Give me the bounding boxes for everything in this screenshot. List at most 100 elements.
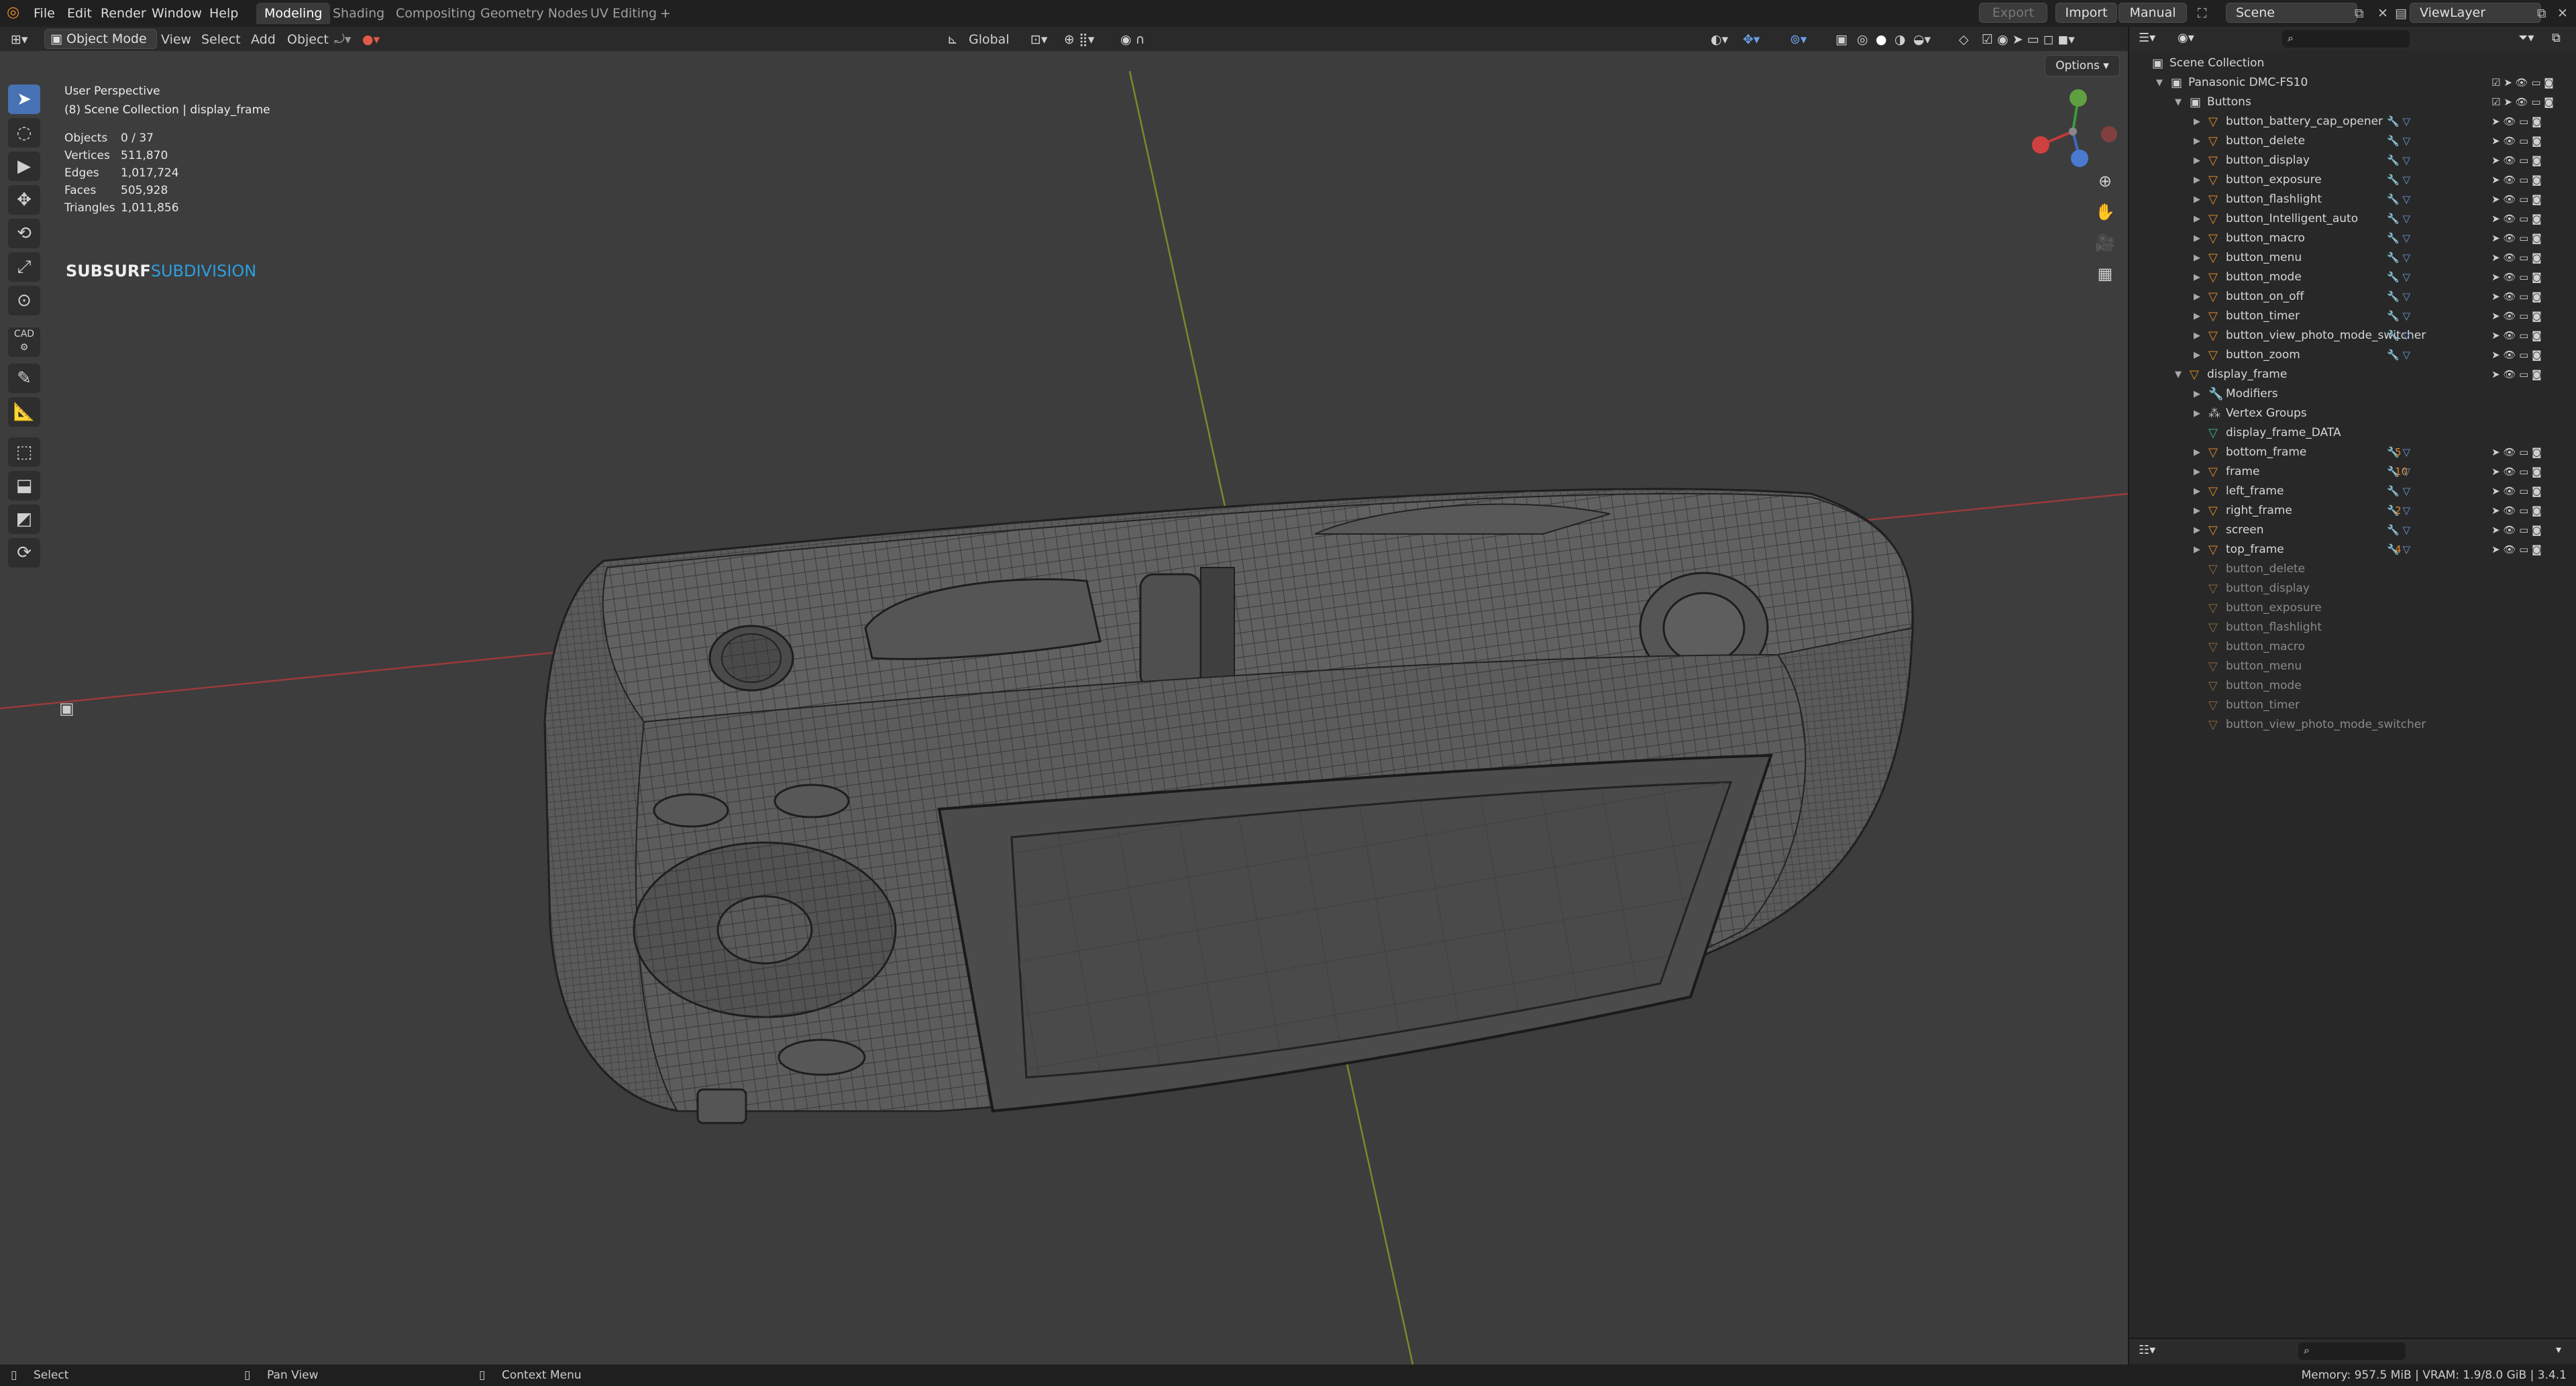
menu-add[interactable]: Add	[251, 32, 276, 47]
select-box-tool[interactable]: ➤	[8, 85, 40, 114]
shear-tool[interactable]: ◩	[8, 504, 40, 534]
ortho-grid-icon[interactable]: ▦	[2092, 260, 2118, 287]
delete-viewlayer-icon[interactable]: ✕	[2557, 6, 2568, 21]
properties-editor-icon[interactable]: ☷▾	[2139, 1343, 2155, 1357]
expand-toggle-icon[interactable]: ▶	[2194, 326, 2200, 345]
outliner-item-button-zoom[interactable]: ▶ ▽ button_zoom 🔧 ▽ ➤ 👁 ▭ ◙	[2129, 345, 2576, 365]
restriction-toggles[interactable]: ➤ 👁 ▭ ◙	[2491, 112, 2542, 131]
outliner-item-display-frame[interactable]: ▼ ▽ display_frame ➤ 👁 ▭ ◙	[2129, 365, 2576, 384]
expand-toggle-icon[interactable]: ▶	[2194, 190, 2200, 209]
scene-selector[interactable]: Scene	[2226, 3, 2357, 23]
expand-toggle-icon[interactable]: ▶	[2194, 443, 2200, 462]
measure-tool[interactable]: 📐	[8, 397, 40, 427]
outliner-editor-icon[interactable]: ☰▾	[2139, 31, 2155, 45]
restriction-toggles[interactable]: ➤ 👁 ▭ ◙	[2491, 443, 2542, 462]
outliner-ghost-button-view-photo-mode-switcher[interactable]: ▽ button_view_photo_mode_switcher	[2129, 715, 2576, 735]
new-scene-icon[interactable]: ⧉	[2355, 6, 2364, 21]
outliner-item-button-timer[interactable]: ▶ ▽ button_timer 🔧 ▽ ➤ 👁 ▭ ◙	[2129, 307, 2576, 326]
expand-toggle-icon[interactable]: ▶	[2194, 229, 2200, 248]
expand-toggle-icon[interactable]: ▶	[2194, 268, 2200, 287]
properties-search-input[interactable]: ⌕	[2298, 1342, 2406, 1360]
outliner-item-button-on-off[interactable]: ▶ ▽ button_on_off 🔧 ▽ ➤ 👁 ▭ ◙	[2129, 287, 2576, 307]
outliner-item-modifiers[interactable]: ▶ 🔧 Modifiers	[2129, 384, 2576, 404]
outliner-item-bottom-frame[interactable]: ▶ ▽ bottom_frame 🔧 ▽ 5 ➤ 👁 ▭ ◙	[2129, 443, 2576, 462]
expand-toggle-icon[interactable]: ▼	[2175, 365, 2182, 384]
expand-toggle-icon[interactable]: ▶	[2194, 131, 2200, 151]
pivot-icon[interactable]: ⊡▾	[1030, 32, 1047, 47]
shading-wireframe-icon[interactable]: ◎	[1857, 32, 1868, 47]
cursor-tool[interactable]: ◌	[8, 118, 40, 148]
outliner-ghost-button-flashlight[interactable]: ▽ button_flashlight	[2129, 618, 2576, 637]
expand-toggle-icon[interactable]: ▶	[2194, 501, 2200, 521]
restriction-toggles[interactable]: ➤ 👁 ▭ ◙	[2491, 521, 2542, 540]
shading-material-icon[interactable]: ◑	[1894, 32, 1906, 47]
new-viewlayer-icon[interactable]: ⧉	[2537, 6, 2546, 21]
snap-icon[interactable]: ⊕ ⣿▾	[1064, 32, 1094, 47]
orientation-selector[interactable]: Global	[969, 32, 1010, 47]
restrict-select-icon[interactable]: ☑ ◉ ➤ ▭ ◻ ◼▾	[1982, 32, 2075, 47]
tab-modeling[interactable]: Modeling	[256, 3, 331, 24]
import-button[interactable]: Import	[2055, 3, 2117, 23]
scale-tool[interactable]: ⤢	[8, 252, 40, 282]
outliner-ghost-button-menu[interactable]: ▽ button_menu	[2129, 657, 2576, 676]
restriction-toggles[interactable]: ➤ 👁 ▭ ◙	[2491, 326, 2542, 345]
manual-button[interactable]: Manual	[2118, 3, 2187, 23]
menu-help[interactable]: Help	[209, 6, 238, 21]
expand-toggle-icon[interactable]: ▶	[2194, 521, 2200, 540]
outliner-item-button-menu[interactable]: ▶ ▽ button_menu 🔧 ▽ ➤ 👁 ▭ ◙	[2129, 248, 2576, 268]
tab-shading[interactable]: Shading	[325, 3, 392, 24]
expand-toggle-icon[interactable]: ▼	[2156, 73, 2163, 93]
restriction-toggles[interactable]: ➤ 👁 ▭ ◙	[2491, 170, 2542, 190]
menu-edit[interactable]: Edit	[67, 6, 92, 21]
display-mode-icon[interactable]: ◉▾	[2178, 31, 2194, 45]
transform-alt-tool[interactable]: ⟳	[8, 538, 40, 568]
expand-toggle-icon[interactable]: ▶	[2194, 287, 2200, 307]
menu-file[interactable]: File	[34, 6, 55, 21]
outliner-item-button-delete[interactable]: ▶ ▽ button_delete 🔧 ▽ ➤ 👁 ▭ ◙	[2129, 131, 2576, 151]
rotate-tool[interactable]: ⟲	[8, 219, 40, 248]
expand-toggle-icon[interactable]: ▶	[2194, 404, 2200, 423]
viewlayer-selector[interactable]: ViewLayer	[2410, 3, 2541, 23]
tab-compositing[interactable]: Compositing	[388, 3, 484, 24]
restriction-toggles[interactable]: ➤ 👁 ▭ ◙	[2491, 345, 2542, 365]
properties-options-icon[interactable]: ▾	[2556, 1343, 2561, 1356]
menu-window[interactable]: Window	[152, 6, 202, 21]
outliner-item-vertex-groups[interactable]: ▶ ⁂ Vertex Groups	[2129, 404, 2576, 423]
restriction-toggles[interactable]: ➤ 👁 ▭ ◙	[2491, 209, 2542, 229]
delete-scene-icon[interactable]: ✕	[2377, 6, 2388, 21]
expand-toggle-icon[interactable]: ▶	[2194, 345, 2200, 365]
options-button[interactable]: Options ▾	[2045, 55, 2120, 76]
tab-uv-editing[interactable]: UV Editing	[582, 3, 665, 24]
camera-view-icon[interactable]: 🎥	[2092, 229, 2118, 256]
expand-toggle-icon[interactable]: ▶	[2194, 462, 2200, 482]
outliner-item-frame[interactable]: ▶ ▽ frame 🔧 ▽ 10 ➤ 👁 ▭ ◙	[2129, 462, 2576, 482]
outliner-item-button-battery-cap-opener[interactable]: ▶ ▽ button_battery_cap_opener 🔧 ▽ ➤ 👁 ▭ ◙	[2129, 112, 2576, 131]
shading-rendered-icon[interactable]: ◒▾	[1913, 32, 1931, 47]
restriction-toggles[interactable]: ➤ 👁 ▭ ◙	[2491, 229, 2542, 248]
outliner-item-screen[interactable]: ▶ ▽ screen 🔧 ▽ ➤ 👁 ▭ ◙	[2129, 521, 2576, 540]
restriction-toggles[interactable]: ➤ 👁 ▭ ◙	[2491, 482, 2542, 501]
outliner-item-button-view-photo-mode-switcher[interactable]: ▶ ▽ button_view_photo_mode_switcher 🔧 ▽ ➤ 👁…	[2129, 326, 2576, 345]
expand-toggle-icon[interactable]: ▶	[2194, 248, 2200, 268]
outliner-item-button-macro[interactable]: ▶ ▽ button_macro 🔧 ▽ ➤ 👁 ▭ ◙	[2129, 229, 2576, 248]
restriction-toggles[interactable]: ➤ 👁 ▭ ◙	[2491, 190, 2542, 209]
collection-row-buttons[interactable]: ▼ ▣ Buttons ☑ ➤ 👁 ▭ ◙	[2129, 93, 2576, 112]
restriction-toggles[interactable]: ➤ 👁 ▭ ◙	[2491, 268, 2542, 287]
restriction-toggles[interactable]: ➤ 👁 ▭ ◙	[2491, 307, 2542, 326]
restriction-toggles[interactable]: ➤ 👁 ▭ ◙	[2491, 151, 2542, 170]
filter-icon[interactable]: ⏷▾	[2518, 31, 2534, 45]
outliner-ghost-button-delete[interactable]: ▽ button_delete	[2129, 559, 2576, 579]
restriction-toggles[interactable]: ➤ 👁 ▭ ◙	[2491, 365, 2542, 384]
outliner-item-display-frame-data[interactable]: ▽ display_frame_DATA	[2129, 423, 2576, 443]
menu-view[interactable]: View	[161, 32, 191, 47]
expand-toggle-icon[interactable]: ▶	[2194, 307, 2200, 326]
material-slot-icon[interactable]: ●▾	[362, 32, 380, 47]
outliner-item-top-frame[interactable]: ▶ ▽ top_frame 🔧 ▽ 4 ➤ 👁 ▭ ◙	[2129, 540, 2576, 559]
extrude-tool[interactable]: ⬓	[8, 471, 40, 500]
expand-toggle-icon[interactable]: ▶	[2194, 209, 2200, 229]
outliner-item-button-mode[interactable]: ▶ ▽ button_mode 🔧 ▽ ➤ 👁 ▭ ◙	[2129, 268, 2576, 287]
outliner-item-button-display[interactable]: ▶ ▽ button_display 🔧 ▽ ➤ 👁 ▭ ◙	[2129, 151, 2576, 170]
export-button[interactable]: Export	[1979, 3, 2047, 23]
proportional-icon[interactable]: ◉ ∩	[1120, 32, 1145, 47]
camera-object-icon[interactable]: ▣	[59, 699, 74, 718]
